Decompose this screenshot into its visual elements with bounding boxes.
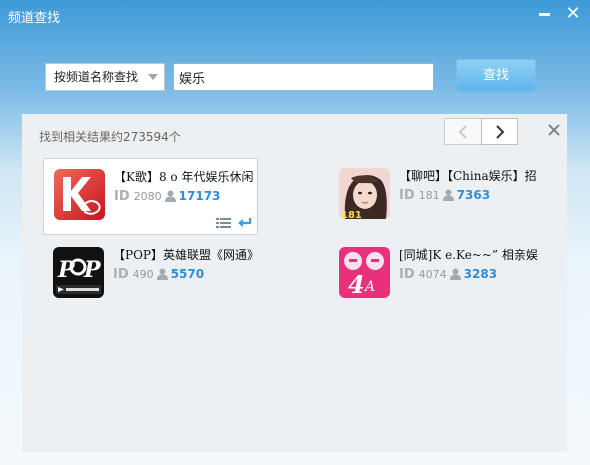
svg-text:181: 181 (341, 210, 362, 219)
search-button[interactable]: 查找 (456, 59, 536, 92)
member-count: 3283 (463, 267, 498, 281)
channel-name: 【聊吧】【China娱乐】招 (399, 169, 537, 183)
channel-name: [同城]K e.Ke~~” 相亲娱 (399, 248, 538, 262)
person-icon (164, 190, 176, 202)
person-icon (442, 189, 454, 201)
channel-card[interactable]: 4 A [同城]K e.Ke~~” 相亲娱 ID 4074 3283 (329, 237, 544, 314)
close-icon[interactable] (547, 123, 561, 137)
person-icon (449, 268, 461, 280)
channel-meta: ID 490 5570 (113, 267, 204, 282)
close-button[interactable]: ✕ (563, 4, 583, 24)
channel-id: 2080 (133, 190, 162, 203)
member-count: 7363 (456, 188, 491, 202)
channel-id: 181 (418, 189, 440, 202)
list-icon[interactable] (216, 217, 231, 229)
channel-thumbnail: 4 A (339, 247, 390, 298)
channel-id: 490 (132, 268, 154, 281)
enter-icon[interactable] (238, 217, 252, 229)
channel-id: 4074 (418, 268, 447, 281)
channel-card[interactable]: 181 【聊吧】【China娱乐】招 ID 181 7363 (329, 158, 544, 235)
channel-name: 【K歌】8 o 年代娱乐休闲 (114, 170, 254, 184)
channel-card[interactable]: 【K歌】8 o 年代娱乐休闲 ID 2080 17173 (43, 158, 258, 235)
result-count: 找到相关结果约273594个 (39, 130, 181, 144)
search-mode-dropdown[interactable]: 按频道名称查找 (45, 63, 165, 91)
channel-thumbnail (54, 169, 105, 220)
chevron-left-icon (458, 125, 467, 139)
search-input[interactable] (173, 63, 434, 91)
person-icon (156, 268, 168, 280)
minimize-button[interactable] (535, 4, 555, 24)
channel-thumbnail: 181 (339, 168, 390, 219)
results-panel: 找到相关结果约273594个 【K歌】8 o 年代娱乐休闲 ID 2080 17… (22, 114, 567, 452)
channel-meta: ID 181 7363 (399, 188, 490, 203)
channel-thumbnail: P P (53, 247, 104, 298)
next-page-button[interactable] (481, 118, 518, 145)
prev-page-button[interactable] (444, 118, 481, 145)
svg-text:4: 4 (348, 270, 365, 298)
svg-text:P: P (83, 257, 102, 283)
chevron-right-icon (496, 125, 505, 139)
id-label: ID (399, 267, 415, 282)
id-label: ID (113, 267, 129, 282)
search-mode-value: 按频道名称查找 (54, 70, 139, 84)
member-count: 17173 (178, 189, 221, 203)
chevron-down-icon (148, 74, 158, 80)
search-bar: 按频道名称查找 查找 (0, 30, 590, 110)
pager (444, 118, 519, 145)
window-title: 频道查找 (8, 11, 61, 26)
channel-name: 【POP】英雄联盟《网通》 (113, 248, 253, 262)
id-label: ID (399, 188, 415, 203)
svg-text:A: A (363, 279, 375, 295)
member-count: 5570 (170, 267, 205, 281)
id-label: ID (114, 189, 130, 204)
channel-meta: ID 2080 17173 (114, 189, 220, 204)
title-bar: 频道查找 ✕ (0, 0, 590, 30)
channel-meta: ID 4074 3283 (399, 267, 497, 282)
channel-card[interactable]: P P 【POP】英雄联盟《网通》 ID 490 5570 (43, 237, 258, 314)
close-icon: ✕ (565, 3, 581, 24)
